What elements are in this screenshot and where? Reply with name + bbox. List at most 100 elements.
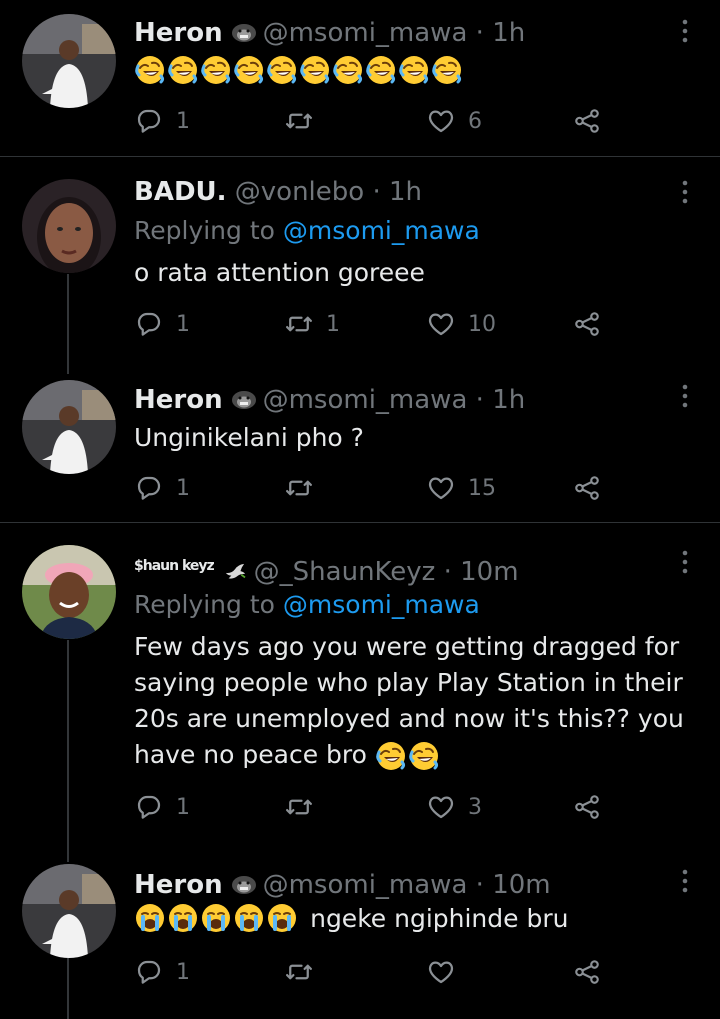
display-name[interactable]: Heron <box>134 385 223 415</box>
avatar[interactable] <box>22 545 116 639</box>
avatar[interactable] <box>22 179 116 273</box>
retweet-count: 1 <box>326 311 340 337</box>
like-count: 3 <box>468 794 482 820</box>
timestamp[interactable]: 1h <box>492 18 525 48</box>
retweet-button[interactable] <box>284 471 326 505</box>
like-button[interactable] <box>426 955 468 989</box>
replying-label: Replying to <box>134 590 275 619</box>
reply-button[interactable]: 1 <box>134 471 190 505</box>
replying-to: Replying to @msomi_mawa <box>134 214 480 248</box>
display-name[interactable]: BADU. <box>134 177 227 207</box>
like-icon <box>426 473 456 503</box>
sob-emoji <box>134 902 166 934</box>
like-count: 10 <box>468 311 496 337</box>
retweet-icon <box>284 473 314 503</box>
retweet-button[interactable]: 1 <box>284 307 340 341</box>
reply-button[interactable]: 1 <box>134 104 190 138</box>
like-button[interactable]: 10 <box>426 307 496 341</box>
more-icon[interactable] <box>676 868 694 894</box>
separator-dot: · <box>475 385 484 415</box>
timestamp[interactable]: 1h <box>492 385 525 415</box>
emoji-group <box>134 908 299 927</box>
tweet-text: Unginikelani pho ? <box>134 423 364 452</box>
rofl-emoji <box>398 54 430 86</box>
more-icon[interactable] <box>676 383 694 409</box>
tweet[interactable]: BADU. @vonlebo · 1h Replying to @msomi_m… <box>0 157 720 365</box>
share-icon <box>572 957 602 987</box>
reply-button[interactable]: 1 <box>134 790 190 824</box>
rofl-emoji <box>134 54 166 86</box>
handle[interactable]: @vonlebo <box>235 177 364 207</box>
tweet-header: Heron @msomi_mawa · 1h <box>134 383 525 417</box>
handle[interactable]: @msomi_mawa <box>263 385 468 415</box>
display-name[interactable]: Heron <box>134 870 223 900</box>
reply-icon <box>134 473 164 503</box>
share-button[interactable] <box>572 955 602 989</box>
rofl-emoji <box>233 54 265 86</box>
rofl-emoji <box>431 54 463 86</box>
reply-icon <box>134 792 164 822</box>
rofl-emoji <box>266 54 298 86</box>
like-count: 15 <box>468 475 496 501</box>
tweet-actions: 1 3 <box>134 790 604 824</box>
tweet-header: Heron @msomi_mawa · 1h <box>134 16 525 50</box>
sob-emoji <box>200 902 232 934</box>
retweet-button[interactable] <box>284 790 326 824</box>
share-icon <box>572 309 602 339</box>
tweet[interactable]: $haun keyz @_ShaunKeyz · 10m Replying to … <box>0 523 720 849</box>
trailing-emoji <box>375 740 441 769</box>
reply-icon <box>134 309 164 339</box>
rofl-emoji <box>200 54 232 86</box>
timestamp[interactable]: 10m <box>492 870 550 900</box>
reply-count: 1 <box>176 475 190 501</box>
handle[interactable]: @msomi_mawa <box>263 18 468 48</box>
display-name[interactable]: $haun keyz <box>134 558 215 586</box>
retweet-button[interactable] <box>284 955 326 989</box>
rofl-emoji <box>375 740 407 772</box>
display-name[interactable]: Heron <box>134 18 223 48</box>
tweet[interactable]: Heron @msomi_mawa · 1h Unginikelani pho ?… <box>0 365 720 522</box>
tweet-header: BADU. @vonlebo · 1h <box>134 175 422 209</box>
sob-emoji <box>167 902 199 934</box>
retweet-button[interactable] <box>284 104 326 138</box>
rofl-emoji <box>332 54 364 86</box>
reply-icon <box>134 957 164 987</box>
tweet-header: Heron @msomi_mawa · 10m <box>134 868 551 902</box>
share-button[interactable] <box>572 790 602 824</box>
tweet[interactable]: Heron @msomi_mawa · 1h 1 6 <box>0 0 720 156</box>
retweet-icon <box>284 106 314 136</box>
share-button[interactable] <box>572 104 602 138</box>
gorilla-icon <box>231 390 257 410</box>
avatar[interactable] <box>22 380 116 474</box>
like-icon <box>426 957 456 987</box>
like-button[interactable]: 15 <box>426 471 496 505</box>
tweet-text: ngeke ngiphinde bru <box>310 903 569 933</box>
timestamp[interactable]: 10m <box>460 557 518 587</box>
separator-dot: · <box>475 18 484 48</box>
timestamp[interactable]: 1h <box>389 177 422 207</box>
like-icon <box>426 106 456 136</box>
more-icon[interactable] <box>676 179 694 205</box>
tweet[interactable]: Heron @msomi_mawa · 10m ngeke ngiphinde b… <box>0 849 720 1019</box>
more-icon[interactable] <box>676 18 694 44</box>
reply-count: 1 <box>176 959 190 985</box>
more-icon[interactable] <box>676 549 694 575</box>
share-button[interactable] <box>572 307 602 341</box>
reply-button[interactable]: 1 <box>134 955 190 989</box>
reply-count: 1 <box>176 108 190 134</box>
retweet-icon <box>284 792 314 822</box>
avatar[interactable] <box>22 864 116 958</box>
tweet-text: o rata attention goreee <box>134 258 425 287</box>
mention-link[interactable]: @msomi_mawa <box>283 216 480 245</box>
like-button[interactable]: 6 <box>426 104 482 138</box>
tweet-actions: 1 <box>134 955 604 989</box>
like-button[interactable]: 3 <box>426 790 482 824</box>
mention-link[interactable]: @msomi_mawa <box>283 590 480 619</box>
handle[interactable]: @msomi_mawa <box>263 870 468 900</box>
like-icon <box>426 792 456 822</box>
handle[interactable]: @_ShaunKeyz <box>254 557 436 587</box>
share-button[interactable] <box>572 471 602 505</box>
display-name-text: $haun keyz <box>134 558 215 574</box>
avatar[interactable] <box>22 14 116 108</box>
reply-button[interactable]: 1 <box>134 307 190 341</box>
